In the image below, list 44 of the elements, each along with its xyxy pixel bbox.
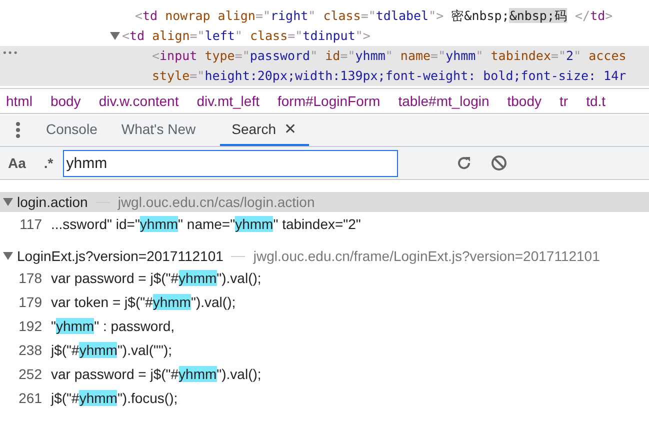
breadcrumb-link[interactable]: tr	[560, 90, 568, 112]
html-source-line: style="height:20px;width:139px;font-weight: bold;font-size: 14r	[152, 66, 626, 85]
line-number: 117	[18, 214, 42, 234]
file-url: jwgl.ouc.edu.cn/frame/LoginExt.js?version=2017112101	[253, 246, 600, 266]
result-file-header[interactable]: LoginExt.js?version=2017112101 jwgl.ouc.edu.cn/frame/LoginExt.js?version=2017112101	[0, 246, 649, 266]
line-number: 261	[18, 388, 42, 408]
breadcrumb-link[interactable]: body	[50, 90, 81, 112]
breadcrumb-link[interactable]: td.t	[586, 90, 606, 112]
expand-triangle-icon[interactable]	[3, 198, 13, 206]
expand-triangle-icon[interactable]	[3, 252, 13, 260]
result-line[interactable]: "yhmm" : password,	[51, 316, 175, 336]
line-number: 179	[18, 292, 42, 312]
line-number: 252	[18, 364, 42, 384]
line-number: 178	[18, 268, 42, 288]
html-source-line: <td nowrap align="right" class="tdlabel"> 密&nbsp;&nbsp;码 </td>	[135, 6, 613, 25]
result-line[interactable]: ...ssword" id="yhmm" name="yhmm" tabindex="2"	[51, 214, 361, 234]
more-icon[interactable]: •••	[2, 50, 18, 59]
breadcrumb-link[interactable]: tbody	[507, 90, 542, 112]
clear-icon[interactable]	[491, 155, 508, 171]
match-case-toggle[interactable]: Aa	[8, 152, 26, 174]
breadcrumb-link[interactable]: form#LoginForm	[277, 90, 380, 112]
file-name: login.action	[17, 192, 88, 212]
file-name: LoginExt.js?version=2017112101	[17, 246, 224, 266]
result-line[interactable]: j$("#yhmm").focus();	[51, 388, 178, 408]
breadcrumb-link[interactable]: div.mt_left	[196, 90, 260, 112]
refresh-icon[interactable]	[456, 155, 472, 171]
breadcrumb-link[interactable]: div.w.content	[98, 90, 179, 112]
expand-triangle-icon[interactable]	[110, 32, 120, 40]
html-source-line: <input type="password" id="yhmm" name="yhmm" tabindex="2" acces	[152, 46, 626, 65]
line-number: 192	[18, 316, 42, 336]
search-field[interactable]: yhmm	[63, 150, 398, 176]
breadcrumb-link[interactable]: html	[6, 90, 32, 112]
html-source-line: <td align="left" class="tdinput">	[122, 26, 370, 45]
line-number: 238	[18, 340, 42, 360]
panel-tab[interactable]: What's New	[109, 115, 208, 146]
breadcrumb-link[interactable]: table#mt_login	[398, 90, 490, 112]
file-url: jwgl.ouc.edu.cn/cas/login.action	[118, 192, 315, 212]
panel-tab[interactable]: Console	[34, 115, 110, 146]
result-line[interactable]: var token = j$("#yhmm").val();	[51, 292, 236, 312]
result-file-header[interactable]: login.action jwgl.ouc.edu.cn/cas/login.action	[0, 192, 649, 212]
more-options-icon[interactable]	[16, 122, 20, 138]
close-icon[interactable]: ✕	[284, 122, 297, 137]
regex-toggle[interactable]: .*	[44, 152, 54, 174]
result-line[interactable]: j$("#yhmm").val("");	[51, 340, 172, 360]
